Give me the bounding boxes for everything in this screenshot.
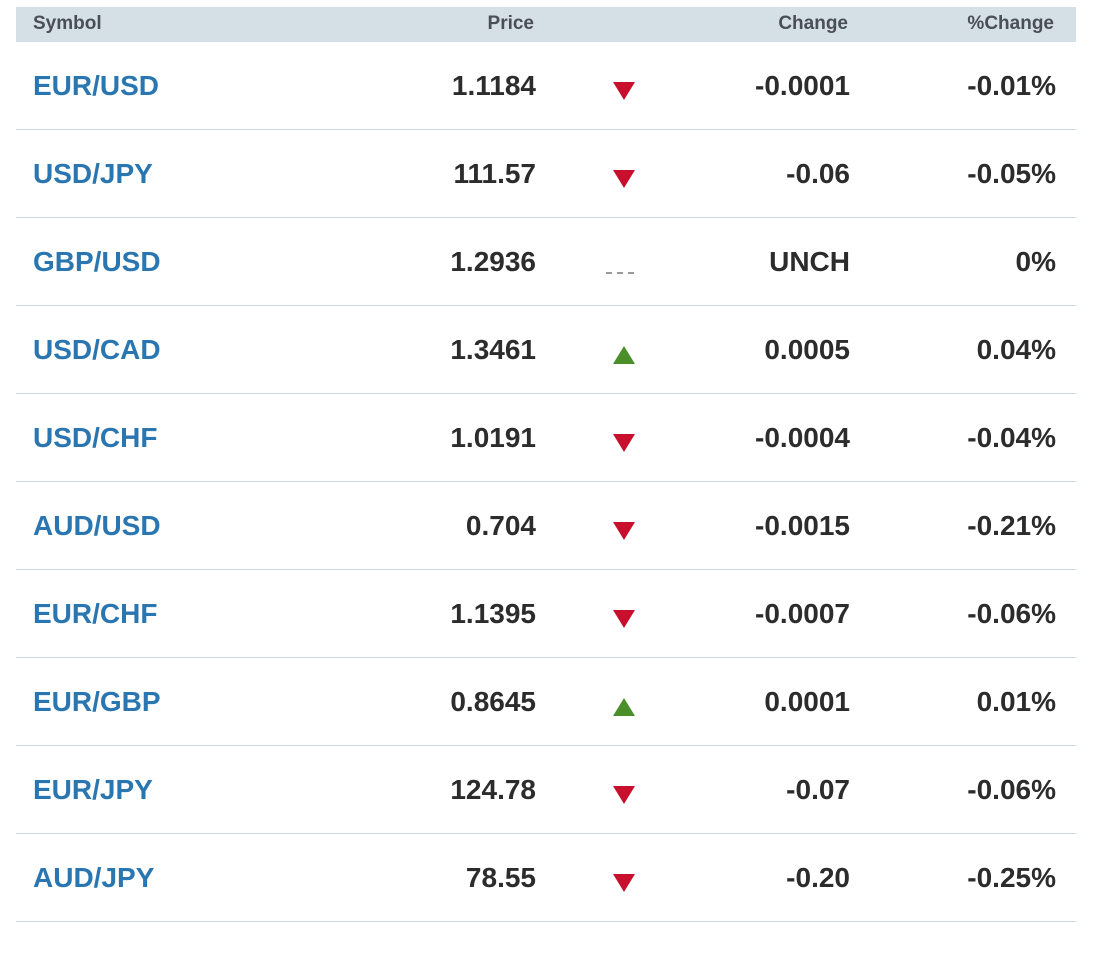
price-value: 78.55: [465, 862, 536, 893]
symbol-link[interactable]: EUR/CHF: [33, 598, 157, 630]
pct-change-value: -0.05%: [967, 158, 1056, 189]
table-row: USD/JPY 111.57 -0.06 -0.05%: [16, 130, 1076, 218]
down-arrow-icon: [613, 82, 635, 100]
price-value: 1.3461: [450, 334, 536, 365]
pct-change-value: -0.04%: [967, 422, 1056, 453]
price-value: 1.1395: [450, 598, 536, 629]
pct-change-value: -0.25%: [967, 862, 1056, 893]
price-value: 1.2936: [450, 246, 536, 277]
column-header-price[interactable]: Price: [488, 13, 534, 35]
down-arrow-icon: [613, 522, 635, 540]
table-row: EUR/CHF 1.1395 -0.0007 -0.06%: [16, 570, 1076, 658]
price-value: 1.1184: [451, 70, 536, 101]
up-arrow-icon: [613, 698, 635, 716]
pct-change-value: -0.21%: [967, 510, 1056, 541]
symbol-link[interactable]: EUR/USD: [33, 70, 159, 102]
table-row: USD/CHF 1.0191 -0.0004 -0.04%: [16, 394, 1076, 482]
symbol-link[interactable]: USD/CAD: [33, 334, 161, 366]
down-arrow-icon: [613, 610, 635, 628]
change-value: -0.0001: [755, 70, 850, 101]
symbol-link[interactable]: EUR/GBP: [33, 686, 161, 718]
column-header-symbol[interactable]: Symbol: [33, 13, 102, 35]
pct-change-value: 0.01%: [976, 686, 1056, 717]
price-value: 124.78: [450, 774, 536, 805]
price-value: 0.704: [465, 510, 536, 541]
symbol-link[interactable]: USD/CHF: [33, 422, 157, 454]
table-body: EUR/USD 1.1184 -0.0001 -0.01% USD/JPY 111.57 -…: [16, 42, 1076, 922]
table-row: AUD/USD 0.704 -0.0015 -0.21%: [16, 482, 1076, 570]
column-header-pct-change[interactable]: %Change: [967, 13, 1054, 35]
pct-change-value: 0.04%: [976, 334, 1056, 365]
up-arrow-icon: [613, 346, 635, 364]
symbol-link[interactable]: GBP/USD: [33, 246, 161, 278]
pct-change-value: -0.06%: [967, 774, 1056, 805]
symbol-link[interactable]: EUR/JPY: [33, 774, 153, 806]
table-row: EUR/JPY 124.78 -0.07 -0.06%: [16, 746, 1076, 834]
change-value: -0.07: [786, 774, 850, 805]
price-value: 0.8645: [450, 686, 536, 717]
price-value: 1.0191: [450, 422, 536, 453]
column-header-change[interactable]: Change: [778, 13, 848, 35]
table-row: EUR/GBP 0.8645 0.0001 0.01%: [16, 658, 1076, 746]
pct-change-value: 0%: [1015, 246, 1056, 277]
symbol-link[interactable]: USD/JPY: [33, 158, 153, 190]
unchanged-dash-icon: [606, 272, 634, 274]
change-value: UNCH: [769, 246, 850, 277]
change-value: -0.0015: [755, 510, 850, 541]
down-arrow-icon: [613, 434, 635, 452]
table-header: Symbol Price Change %Change: [16, 7, 1076, 42]
table-row: AUD/JPY 78.55 -0.20 -0.25%: [16, 834, 1076, 922]
symbol-link[interactable]: AUD/JPY: [33, 862, 154, 894]
table-row: EUR/USD 1.1184 -0.0001 -0.01%: [16, 42, 1076, 130]
change-value: -0.06: [786, 158, 850, 189]
change-value: 0.0001: [764, 686, 850, 717]
change-value: -0.0007: [755, 598, 850, 629]
table-row: USD/CAD 1.3461 0.0005 0.04%: [16, 306, 1076, 394]
pct-change-value: -0.01%: [967, 70, 1056, 101]
down-arrow-icon: [613, 170, 635, 188]
change-value: -0.20: [786, 862, 850, 893]
down-arrow-icon: [613, 786, 635, 804]
currency-table: Symbol Price Change %Change EUR/USD 1.118…: [16, 7, 1076, 922]
price-value: 111.57: [453, 158, 536, 189]
change-value: -0.0004: [755, 422, 850, 453]
pct-change-value: -0.06%: [967, 598, 1056, 629]
table-row: GBP/USD 1.2936 UNCH 0%: [16, 218, 1076, 306]
symbol-link[interactable]: AUD/USD: [33, 510, 161, 542]
down-arrow-icon: [613, 874, 635, 892]
change-value: 0.0005: [764, 334, 850, 365]
